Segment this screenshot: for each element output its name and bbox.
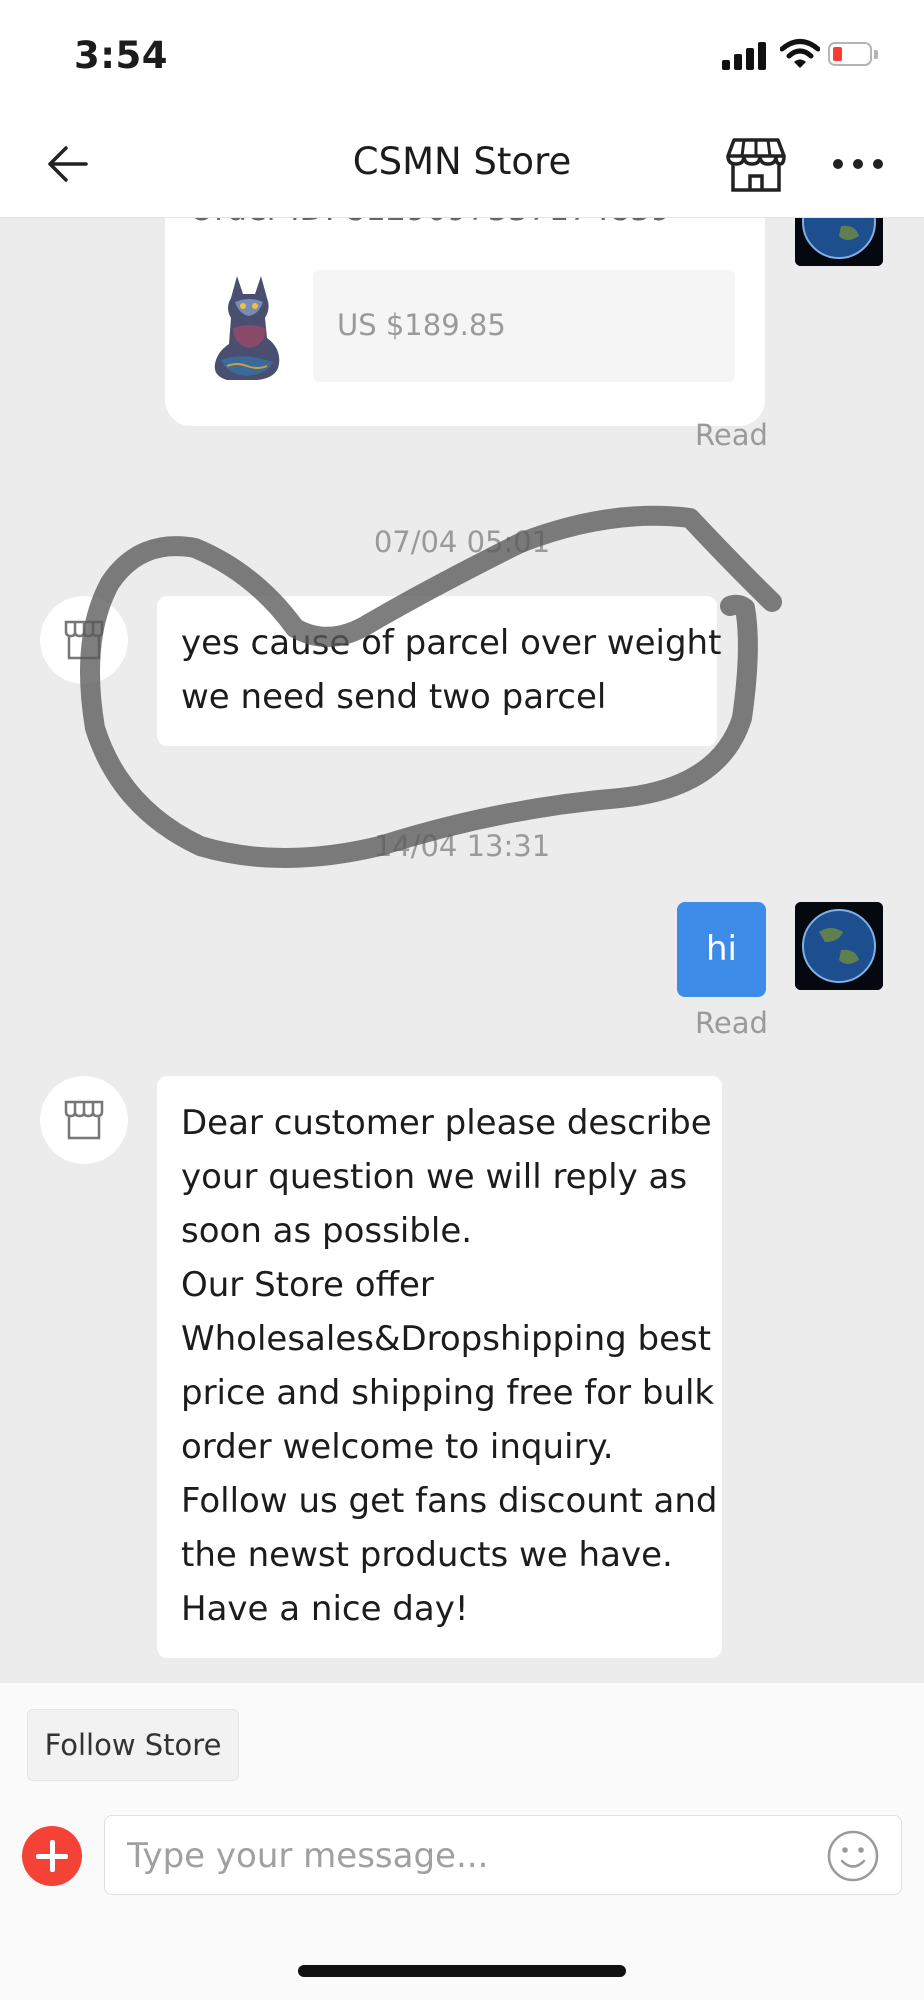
- store-avatar[interactable]: [40, 596, 128, 684]
- read-receipt: Read: [695, 1006, 768, 1040]
- order-id: Order ID: 8129097337174839: [189, 218, 671, 228]
- message-line: Have a nice day!: [181, 1589, 469, 1629]
- message-line: Wholesales&Dropshipping best: [181, 1319, 712, 1359]
- home-indicator[interactable]: [298, 1965, 626, 1977]
- order-card[interactable]: Order ID: 8129097337174839 US $189.85: [165, 218, 765, 426]
- message-line: yes cause of parcel over weight: [181, 623, 722, 663]
- order-price: US $189.85: [337, 308, 506, 342]
- plus-icon[interactable]: [22, 1826, 82, 1886]
- message-field[interactable]: [104, 1815, 902, 1895]
- earth-icon: [795, 218, 883, 266]
- message-line: price and shipping free for bulk: [181, 1373, 715, 1413]
- status-bar: 3:54: [0, 0, 924, 110]
- battery-icon: [828, 42, 880, 68]
- price-box: US $189.85: [313, 270, 735, 382]
- user-avatar[interactable]: [795, 902, 883, 990]
- message-line: the newst products we have.: [181, 1535, 673, 1575]
- message-line: we need send two parcel: [181, 677, 607, 717]
- message-line: order welcome to inquiry.: [181, 1427, 614, 1467]
- smiley-icon[interactable]: [825, 1828, 881, 1884]
- chat-header: CSMN Store: [0, 110, 924, 218]
- status-time: 3:54: [74, 34, 169, 77]
- message-line: your question we will reply as: [181, 1157, 688, 1197]
- cellular-signal-icon: [722, 40, 770, 70]
- storefront-icon: [64, 620, 104, 660]
- follow-store-button[interactable]: Follow Store: [27, 1709, 239, 1781]
- message-input[interactable]: [125, 1824, 809, 1888]
- storefront-icon[interactable]: [724, 132, 788, 196]
- user-avatar[interactable]: [795, 218, 883, 266]
- message-line: Dear customer please describe: [181, 1103, 712, 1143]
- message-line: Follow us get fans discount and: [181, 1481, 718, 1521]
- message-line: soon as possible.: [181, 1211, 473, 1251]
- store-avatar[interactable]: [40, 1076, 128, 1164]
- storefront-icon: [64, 1100, 104, 1140]
- composer-bar: Follow Store: [0, 1683, 924, 2000]
- incoming-message[interactable]: yes cause of parcel over weight we need …: [157, 596, 722, 746]
- incoming-message[interactable]: Dear customer please describe your quest…: [157, 1076, 722, 1658]
- message-timestamp: 07/04 05:01: [373, 525, 551, 559]
- message-timestamp: 14/04 13:31: [373, 829, 551, 863]
- wifi-icon: [780, 39, 820, 68]
- ellipsis-icon[interactable]: [828, 132, 888, 196]
- chat-messages[interactable]: Order ID: 8129097337174839 US $189.85 Re…: [0, 218, 924, 1683]
- outgoing-message[interactable]: hi: [677, 902, 766, 997]
- product-thumbnail[interactable]: [207, 268, 291, 384]
- earth-icon: [795, 902, 883, 990]
- read-receipt: Read: [695, 418, 768, 452]
- message-line: Our Store offer: [181, 1265, 434, 1305]
